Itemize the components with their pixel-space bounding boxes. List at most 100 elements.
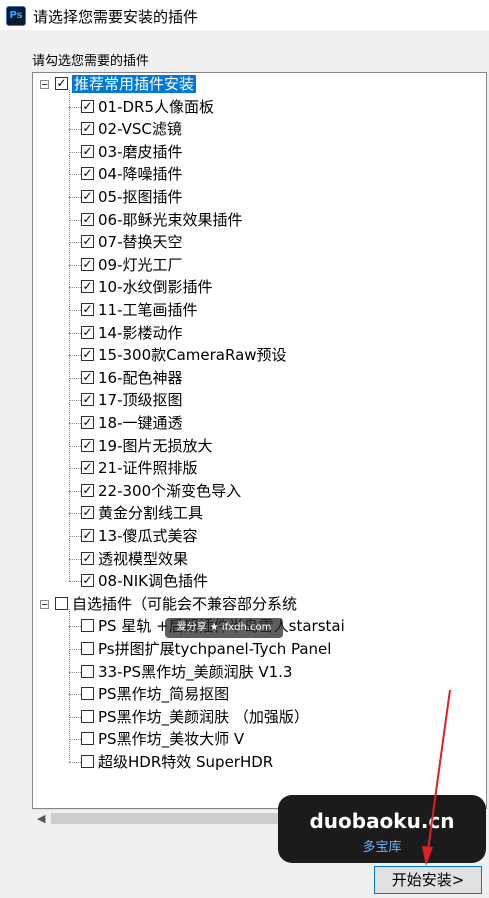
checkbox-icon[interactable]: [81, 732, 94, 746]
tree-item[interactable]: ✓ 07-替换天空: [81, 231, 183, 253]
tree-item[interactable]: 超级HDR特效 SuperHDR: [81, 751, 273, 773]
checkbox-icon[interactable]: [81, 664, 94, 678]
start-install-button[interactable]: 开始安装>: [374, 866, 482, 894]
checkbox-icon[interactable]: ✓: [81, 122, 94, 136]
checkbox-icon[interactable]: ✓: [81, 438, 94, 452]
checkbox-icon[interactable]: ✓: [81, 416, 94, 429]
tree-item[interactable]: ✓ 21-证件照排版: [81, 457, 198, 479]
tree-item-label: PS黑作坊_美妆大师 V: [98, 730, 245, 749]
checkbox-icon[interactable]: ✓: [55, 77, 68, 90]
tree-item[interactable]: ✓ 22-300个渐变色导入: [81, 480, 241, 502]
checkbox-icon[interactable]: ✓: [81, 506, 94, 520]
checkbox-icon[interactable]: [81, 709, 94, 723]
checkbox-icon[interactable]: [81, 619, 94, 633]
expander-minus-icon[interactable]: [40, 599, 49, 609]
tree-item[interactable]: PS黑作坊_美妆大师 V: [81, 728, 244, 750]
checkbox-icon[interactable]: [81, 642, 94, 655]
scroll-thumb[interactable]: [51, 813, 301, 824]
tree-item-label: 05-抠图插件: [98, 188, 183, 206]
tree-item[interactable]: ✓ 黄金分割线工具: [81, 502, 203, 524]
checkbox-icon[interactable]: ✓: [81, 144, 94, 158]
checkbox-icon[interactable]: ✓: [81, 212, 94, 226]
tree-item-label: 02-VSC滤镜: [98, 120, 182, 139]
checkbox-icon[interactable]: ✓: [81, 280, 94, 294]
checkbox-icon[interactable]: ✓: [81, 529, 94, 542]
watermark-ifxdh: 爱分享 ★ ifxdh.com: [165, 618, 283, 638]
tree-item[interactable]: ✓ 02-VSC滤镜: [81, 118, 182, 140]
plugin-tree[interactable]: ✓ 推荐常用插件安装 ✓ 01-DR5人像面板 ✓ 02-VSC滤镜 ✓ 03-磨皮插件 ✓ 04…: [32, 72, 487, 809]
tree-item[interactable]: ✓ 18-一键通透: [81, 412, 183, 434]
scroll-left-arrow-icon[interactable]: ◀: [37, 812, 45, 825]
watermark-duobaoku: duobaoku.cn 多宝库: [278, 795, 486, 863]
tree-item-label: 15-300款CameraRaw预设: [98, 346, 287, 365]
checkbox-icon[interactable]: ✓: [81, 551, 94, 565]
watermark-domain: duobaoku.cn: [309, 809, 455, 833]
tree-item-label: 03-磨皮插件: [98, 142, 183, 161]
tree-item-label: 16-配色神器: [98, 368, 183, 387]
tree-item-label: PS黑作坊_美颜润肤 （加强版）: [98, 707, 309, 726]
checkbox-icon[interactable]: ✓: [81, 99, 94, 113]
tree-item[interactable]: ✓ 03-磨皮插件: [81, 141, 183, 163]
tree-item-label: 08-NIK调色插件: [98, 572, 208, 591]
tree-item[interactable]: PS黑作坊_美颜润肤 （加强版）: [81, 706, 309, 728]
tree-item-label: 13-傻瓜式美容: [98, 527, 198, 545]
checkbox-icon[interactable]: ✓: [81, 348, 94, 362]
checkbox-icon[interactable]: [81, 687, 94, 701]
tree-item-label: 10-水纹倒影插件: [98, 278, 213, 297]
tree-item-label: 超级HDR特效 SuperHDR: [98, 753, 274, 771]
watermark-brand: 多宝库: [362, 840, 402, 855]
tree-item-label: 01-DR5人像面板: [98, 97, 215, 116]
tree-item-label: PS黑作坊_简易抠图: [98, 685, 230, 704]
tree-item[interactable]: ✓ 17-顶级抠图: [81, 389, 183, 411]
checkbox-icon[interactable]: ✓: [81, 190, 94, 203]
checkbox-icon[interactable]: ✓: [81, 303, 94, 316]
title-bar: Ps 请选择您需要安装的插件: [0, 0, 489, 30]
tree-item-label: 透视模型效果: [98, 549, 189, 568]
tree-item-label: 09-灯光工厂: [98, 255, 183, 274]
tree-item-label: 21-证件照排版: [98, 459, 198, 478]
tree-item-label: 22-300个渐变色导入: [98, 481, 242, 500]
tree-item-label: 07-替换天空: [98, 233, 183, 252]
checkbox-icon[interactable]: ✓: [81, 167, 94, 181]
checkbox-icon[interactable]: ✓: [81, 574, 94, 588]
ps-app-icon: Ps: [6, 6, 26, 26]
tree-item-label: Ps拼图扩展tychpanel-Tych Panel: [98, 640, 332, 658]
tree-item[interactable]: ✓ 08-NIK调色插件: [81, 570, 208, 592]
tree-item[interactable]: ✓ 04-降噪插件: [81, 163, 183, 185]
tree-item[interactable]: Ps拼图扩展tychpanel-Tych Panel: [81, 638, 331, 660]
tree-item[interactable]: ✓ 05-抠图插件: [81, 186, 183, 208]
expander-minus-icon[interactable]: [40, 80, 49, 89]
tree-group-label: 推荐常用插件安装: [72, 75, 197, 93]
tree-item[interactable]: ✓ 透视模型效果: [81, 548, 188, 570]
tree-guide-line: [69, 89, 70, 582]
tree-guide-line: [69, 609, 70, 763]
checkbox-icon[interactable]: ✓: [81, 370, 94, 384]
tree-item-label: 14-影楼动作: [98, 323, 183, 342]
checkbox-icon[interactable]: ✓: [81, 325, 94, 339]
checkbox-icon[interactable]: ✓: [81, 461, 94, 475]
tree-item[interactable]: ✓ 01-DR5人像面板: [81, 96, 214, 118]
checkbox-icon[interactable]: ✓: [81, 483, 94, 497]
checkbox-icon[interactable]: ✓: [81, 257, 94, 271]
tree-item[interactable]: 33-PS黑作坊_美颜润肤 V1.3: [81, 661, 292, 683]
tree-item[interactable]: ✓ 19-图片无损放大: [81, 435, 213, 457]
tree-group-1[interactable]: 自选插件（可能会不兼容部分系统: [55, 593, 297, 615]
tree-item[interactable]: ✓ 13-傻瓜式美容: [81, 525, 198, 547]
checkbox-icon[interactable]: [55, 596, 68, 610]
tree-item-label: 18-一键通透: [98, 414, 183, 432]
tree-item[interactable]: ✓ 16-配色神器: [81, 367, 183, 389]
checkbox-icon[interactable]: ✓: [81, 393, 94, 407]
tree-item-label: 33-PS黑作坊_美颜润肤 V1.3: [98, 662, 293, 681]
tree-item[interactable]: ✓ 06-耶稣光束效果插件: [81, 209, 243, 231]
tree-item[interactable]: PS黑作坊_简易抠图: [81, 683, 229, 705]
tree-item[interactable]: ✓ 15-300款CameraRaw预设: [81, 344, 287, 366]
tree-item[interactable]: ✓ 14-影楼动作: [81, 322, 183, 344]
checkbox-icon[interactable]: ✓: [81, 235, 94, 249]
tree-group-0[interactable]: ✓ 推荐常用插件安装: [55, 73, 197, 95]
tree-item[interactable]: ✓ 11-工笔画插件: [81, 299, 198, 321]
checkbox-icon[interactable]: [81, 755, 94, 768]
window-title: 请选择您需要安装的插件: [33, 8, 199, 26]
tree-item[interactable]: ✓ 10-水纹倒影插件: [81, 276, 213, 298]
tree-item[interactable]: ✓ 09-灯光工厂: [81, 254, 183, 276]
tree-item-label: 06-耶稣光束效果插件: [98, 210, 243, 229]
